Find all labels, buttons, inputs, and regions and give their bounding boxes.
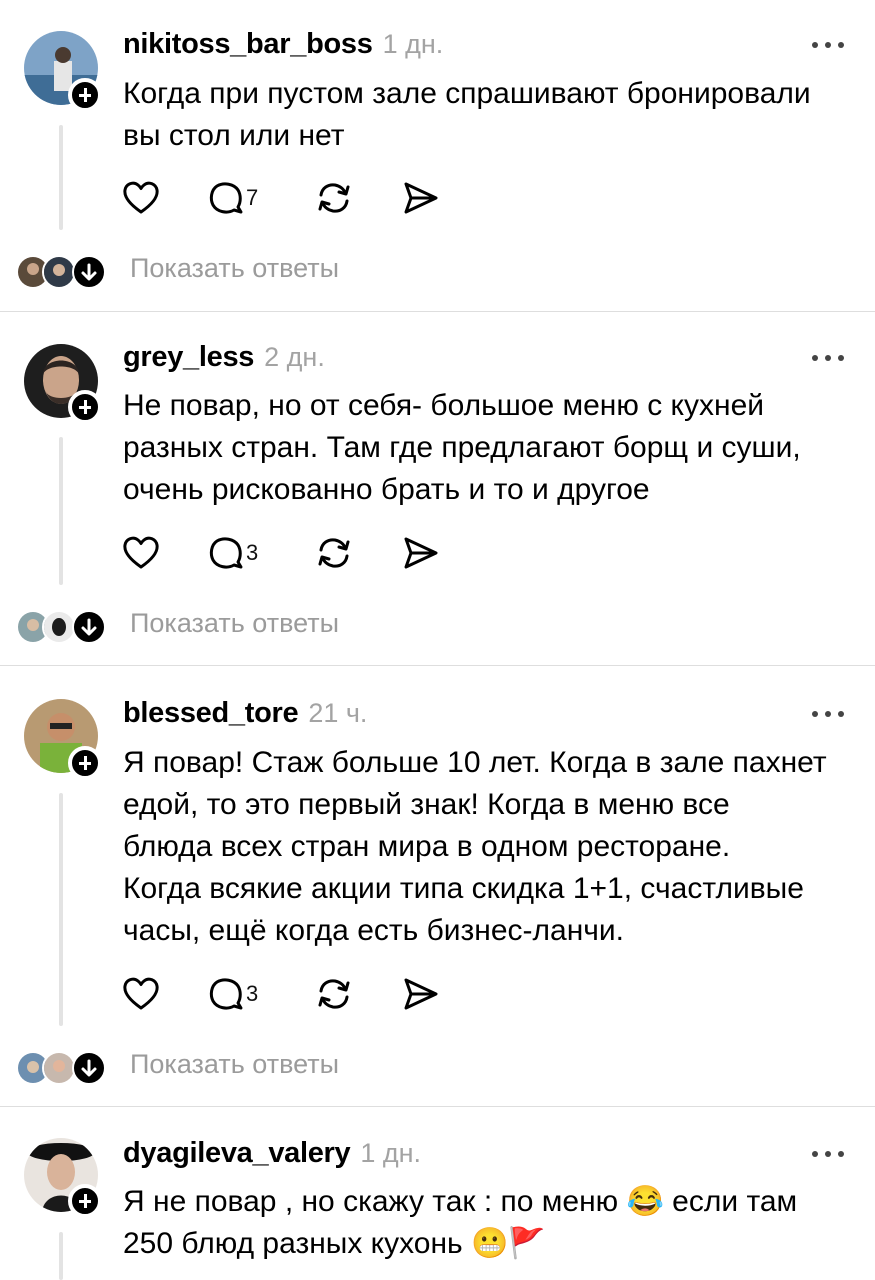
post-nikitoss-bar-boss: nikitoss_bar_boss 1 дн. Когда при пустом… [0,0,875,312]
follow-plus-icon[interactable] [68,390,102,424]
repost-button[interactable] [316,178,352,218]
share-button[interactable] [402,178,440,218]
thread-line [59,1232,63,1280]
reply-count: 7 [246,185,259,210]
reply-avatar [42,1051,76,1085]
username[interactable]: dyagileva_valery [123,1137,351,1170]
action-bar: 3 [122,533,452,573]
follow-plus-icon[interactable] [68,746,102,780]
post-text: Я повар! Стаж больше 10 лет. Когда в зал… [123,746,827,947]
comment-bubble-icon [209,182,243,214]
send-icon [404,978,438,1010]
post-grey-less: grey_less 2 дн. Не повар, но от себя- бо… [0,312,875,666]
repost-button[interactable] [316,533,352,573]
heart-icon [123,536,159,569]
post-text: Не повар, но от себя- большое меню с кух… [123,389,801,506]
reply-count: 3 [246,981,259,1006]
more-dots-icon[interactable] [812,709,844,719]
show-replies-link[interactable]: Показать ответы [130,608,339,639]
post-text: Я не повар , но скажу так : по меню 😂 ес… [123,1185,798,1260]
arrow-down-icon [72,610,106,644]
comment-button[interactable]: 3 [208,974,258,1014]
like-button[interactable] [122,533,160,573]
heart-icon [123,181,159,214]
show-replies-row[interactable]: Показать ответы [16,250,516,290]
show-replies-link[interactable]: Показать ответы [130,253,339,284]
like-button[interactable] [122,178,160,218]
reply-count: 3 [246,540,259,565]
repost-icon [318,183,350,213]
show-replies-row[interactable]: Показать ответы [16,605,516,645]
comment-bubble-icon [209,537,243,569]
like-button[interactable] [122,974,160,1014]
post-text: Когда при пустом зале спрашивают брониро… [123,77,811,152]
thread-line [59,437,63,585]
heart-icon [123,977,159,1010]
post-time: 1 дн. [382,29,444,59]
reply-avatar [42,255,76,289]
show-replies-link[interactable]: Показать ответы [130,1049,339,1080]
username[interactable]: blessed_tore [123,697,299,730]
action-bar: 7 [122,178,452,218]
share-button[interactable] [402,533,440,573]
post-dyagileva-valery: dyagileva_valery 1 дн. Я не повар , но с… [0,1107,875,1280]
arrow-down-icon [72,1051,106,1085]
post-time: 21 ч. [308,698,368,728]
more-dots-icon[interactable] [812,353,844,363]
post-blessed-tore: blessed_tore 21 ч. Я повар! Стаж больше … [0,666,875,1106]
thread-line [59,125,63,230]
show-replies-row[interactable]: Показать ответы [16,1046,516,1086]
thread-line [59,793,63,1026]
comment-button[interactable]: 3 [208,533,258,573]
follow-plus-icon[interactable] [68,78,102,112]
repost-button[interactable] [316,974,352,1014]
action-bar: 3 [122,974,452,1014]
post-time: 2 дн. [264,342,325,372]
username[interactable]: nikitoss_bar_boss [123,28,373,61]
post-time: 1 дн. [360,1138,422,1168]
send-icon [404,182,438,214]
repost-icon [318,538,350,568]
comment-button[interactable]: 7 [208,178,258,218]
share-button[interactable] [402,974,440,1014]
arrow-down-icon [72,255,106,289]
reply-avatar [42,610,76,644]
more-dots-icon[interactable] [812,40,844,50]
comment-bubble-icon [209,978,243,1010]
follow-plus-icon[interactable] [68,1184,102,1218]
repost-icon [318,979,350,1009]
send-icon [404,537,438,569]
more-dots-icon[interactable] [812,1149,844,1159]
username[interactable]: grey_less [123,341,254,374]
